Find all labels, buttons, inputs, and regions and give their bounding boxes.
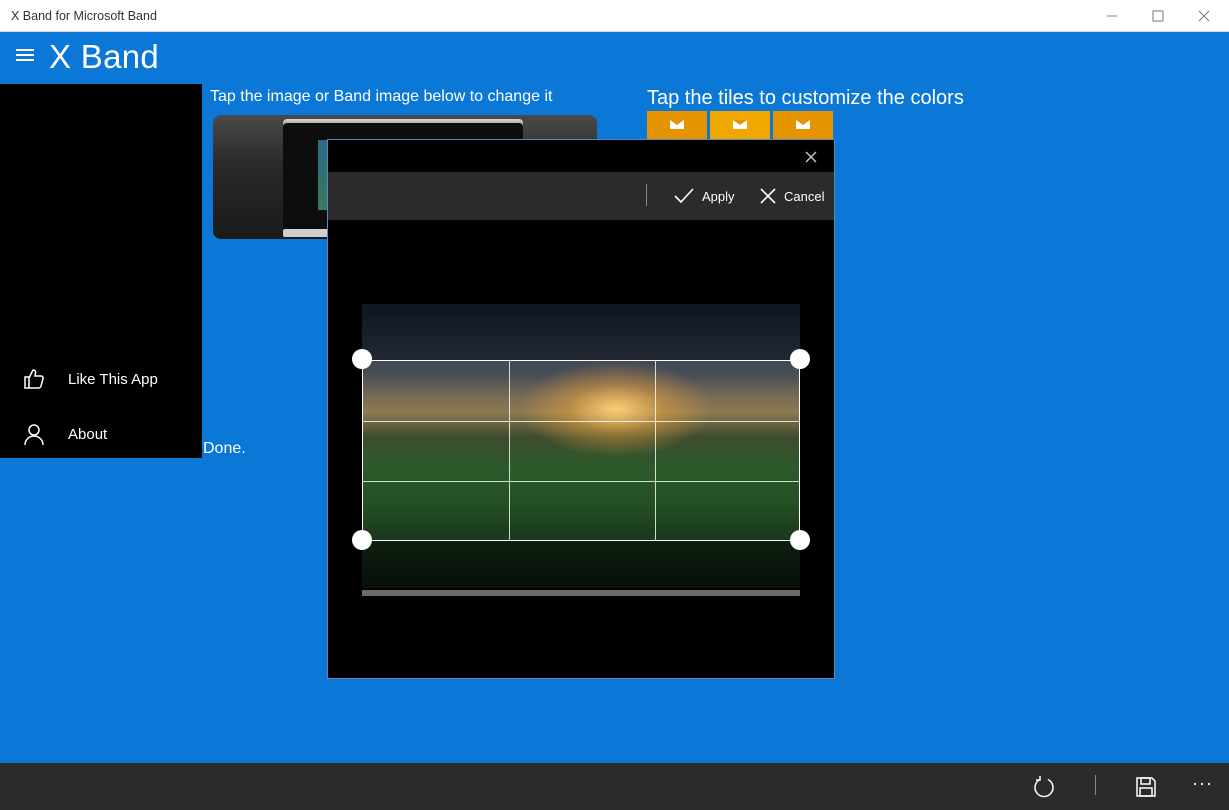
crop-dialog: Apply Cancel	[327, 139, 835, 679]
dialog-close-button[interactable]	[802, 148, 820, 166]
refresh-icon	[1034, 776, 1054, 798]
crop-toolbar: Apply Cancel	[328, 172, 834, 220]
nav-item-label: Like This App	[68, 370, 158, 388]
envelope-icon	[733, 120, 747, 129]
title-bar: X Band for Microsoft Band	[0, 0, 1229, 32]
minimize-button[interactable]	[1089, 0, 1135, 32]
app-title: X Band	[49, 38, 160, 75]
apply-label: Apply	[702, 188, 735, 204]
crop-handle-top-left[interactable]	[352, 349, 372, 369]
nav-item-about[interactable]: About	[0, 412, 202, 456]
color-tile-1[interactable]	[647, 111, 707, 141]
nav-pane: Like This App About	[0, 84, 202, 458]
save-button[interactable]	[1132, 773, 1160, 801]
envelope-icon	[670, 120, 684, 129]
crop-handle-top-right[interactable]	[790, 349, 810, 369]
crop-frame[interactable]	[362, 360, 800, 541]
status-text: Done.	[203, 440, 246, 457]
person-icon	[22, 422, 46, 446]
envelope-icon	[796, 120, 810, 129]
close-icon	[805, 151, 817, 163]
crop-handle-bottom-right[interactable]	[790, 530, 810, 550]
apply-button[interactable]: Apply	[674, 172, 735, 220]
hamburger-menu-button[interactable]	[14, 46, 36, 68]
checkmark-icon	[674, 188, 694, 204]
nav-item-label: About	[68, 425, 108, 443]
thumbs-up-icon	[22, 367, 46, 391]
window-title: X Band for Microsoft Band	[11, 9, 157, 23]
cancel-icon	[760, 188, 776, 204]
more-button[interactable]: ···	[1192, 773, 1213, 794]
cancel-label: Cancel	[784, 188, 825, 204]
minimize-icon	[1107, 15, 1117, 17]
appbar-divider	[1095, 775, 1096, 795]
bottom-app-bar: ···	[0, 763, 1229, 810]
maximize-button[interactable]	[1135, 0, 1181, 32]
toolbar-divider	[646, 184, 647, 206]
nav-item-like-this-app[interactable]: Like This App	[0, 357, 202, 401]
color-tile-2[interactable]	[710, 111, 770, 141]
crop-handle-bottom-left[interactable]	[352, 530, 372, 550]
hamburger-icon	[16, 49, 34, 51]
close-icon	[1198, 10, 1210, 22]
tiles-instruction: Tap the tiles to customize the colors	[647, 87, 964, 109]
cancel-button[interactable]: Cancel	[760, 172, 824, 220]
maximize-icon	[1152, 10, 1164, 22]
horizontal-scrollbar[interactable]	[362, 590, 800, 596]
image-instruction: Tap the image or Band image below to cha…	[210, 88, 553, 105]
refresh-button[interactable]	[1030, 773, 1058, 801]
close-window-button[interactable]	[1181, 0, 1227, 32]
color-tile-3[interactable]	[773, 111, 833, 141]
save-icon	[1136, 777, 1156, 797]
